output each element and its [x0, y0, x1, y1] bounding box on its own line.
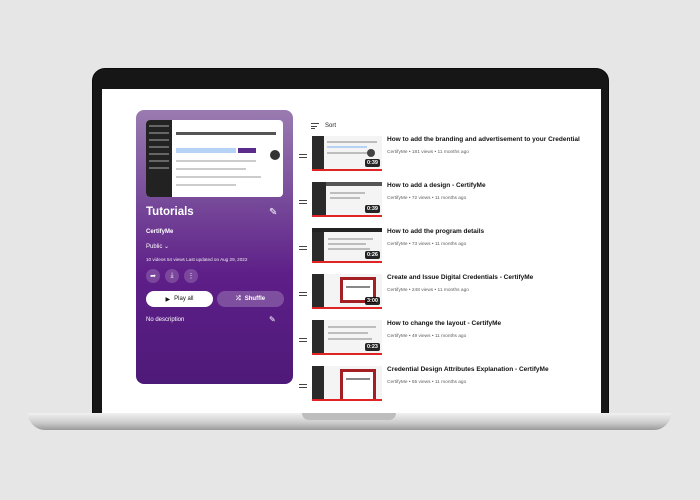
play-all-button[interactable]: ▶ Play all	[146, 291, 213, 307]
laptop-notch	[302, 413, 396, 420]
drag-handle-icon[interactable]	[299, 246, 307, 250]
duration-badge: 0:39	[364, 205, 380, 213]
duration-badge: 0:39	[364, 159, 380, 167]
video-row[interactable]: 0:26 How to add the program details Cert…	[299, 228, 599, 274]
video-title[interactable]: How to add the program details	[387, 228, 484, 235]
shuffle-label: Shuffle	[244, 296, 266, 302]
playlist-header-panel: Tutorials ✎ CertifyMe Public ⌄ 10 videos…	[136, 110, 293, 384]
privacy-label: Public	[146, 244, 163, 250]
thumbnail-line	[176, 160, 256, 162]
playlist-description: No description	[146, 317, 185, 323]
thumb-line	[346, 378, 370, 380]
thumb-header	[326, 182, 382, 186]
video-meta: CertifyMe • 73 views • 11 months ago	[387, 242, 467, 247]
duration-badge: 3:00	[364, 297, 380, 305]
video-title[interactable]: How to change the layout - CertifyMe	[387, 320, 501, 327]
video-thumbnail[interactable]: 0:39	[312, 182, 382, 217]
thumb-line	[328, 243, 366, 245]
laptop-lid: Tutorials ✎ CertifyMe Public ⌄ 10 videos…	[92, 68, 609, 415]
shuffle-button[interactable]: ⤮ Shuffle	[217, 291, 284, 307]
drag-handle-icon[interactable]	[299, 154, 307, 158]
video-thumbnail[interactable]: 3:00	[312, 274, 382, 309]
thumb-sidebar	[312, 136, 324, 169]
video-thumbnail[interactable]: 0:23	[312, 320, 382, 355]
thumb-certificate-inner	[343, 372, 373, 399]
video-row[interactable]: 0:39 How to add a design - CertifyMe Cer…	[299, 182, 599, 228]
thumb-sidebar	[312, 274, 324, 307]
thumbnail-avatar	[270, 150, 280, 160]
playlist-actions: ➦ ⤓ ⋮	[146, 269, 198, 283]
thumb-line	[327, 141, 377, 143]
video-meta: CertifyMe • 55 views • 11 months ago	[387, 380, 467, 385]
video-title[interactable]: How to add the branding and advertisemen…	[387, 136, 580, 143]
thumb-sidebar	[312, 320, 324, 353]
thumb-line	[328, 248, 370, 250]
video-row[interactable]: Credential Design Attributes Explanation…	[299, 366, 599, 412]
video-title[interactable]: Create and Issue Digital Credentials - C…	[387, 274, 533, 281]
play-all-label: Play all	[174, 296, 194, 302]
sort-button[interactable]: Sort	[311, 123, 336, 129]
shuffle-icon: ⤮	[235, 295, 241, 302]
thumb-line	[328, 326, 376, 328]
thumbnail-sidebar	[146, 120, 172, 197]
sort-icon	[311, 123, 319, 129]
download-icon[interactable]: ⤓	[165, 269, 179, 283]
thumbnail-line	[176, 184, 236, 186]
edit-title-icon[interactable]: ✎	[269, 207, 280, 218]
privacy-dropdown[interactable]: Public ⌄	[146, 243, 169, 250]
share-icon[interactable]: ➦	[146, 269, 160, 283]
playlist-title: Tutorials	[146, 206, 194, 218]
thumbnail-highlight	[176, 148, 236, 153]
play-icon: ▶	[165, 296, 171, 303]
thumb-sidebar	[312, 232, 324, 261]
thumbnail-button	[238, 148, 256, 153]
video-title[interactable]: How to add a design - CertifyMe	[387, 182, 486, 189]
thumb-line	[327, 152, 372, 154]
more-options-icon[interactable]: ⋮	[184, 269, 198, 283]
video-meta: CertifyMe • 248 views • 11 months ago	[387, 288, 469, 293]
video-row[interactable]: 0:23 How to change the layout - CertifyM…	[299, 320, 599, 366]
thumb-line	[327, 146, 367, 148]
thumb-line	[346, 286, 370, 288]
playlist-meta: 10 videos 54 views Last updated on Aug 2…	[146, 257, 248, 262]
drag-handle-icon[interactable]	[299, 200, 307, 204]
playlist-thumbnail[interactable]	[146, 120, 283, 197]
video-title[interactable]: Credential Design Attributes Explanation…	[387, 366, 549, 373]
drag-handle-icon[interactable]	[299, 292, 307, 296]
drag-handle-icon[interactable]	[299, 384, 307, 388]
thumb-sidebar	[312, 366, 324, 399]
drag-handle-icon[interactable]	[299, 338, 307, 342]
screen: Tutorials ✎ CertifyMe Public ⌄ 10 videos…	[102, 89, 601, 415]
video-meta: CertifyMe • 72 views • 11 months ago	[387, 196, 467, 201]
thumb-sidebar	[312, 182, 326, 215]
video-thumbnail[interactable]	[312, 366, 382, 401]
video-thumbnail[interactable]: 0:39	[312, 136, 382, 171]
thumb-line	[330, 192, 365, 194]
thumb-line	[328, 332, 368, 334]
thumbnail-line	[176, 168, 246, 170]
thumb-line	[328, 338, 372, 340]
chevron-down-icon: ⌄	[164, 244, 170, 250]
video-row[interactable]: 3:00 Create and Issue Digital Credential…	[299, 274, 599, 320]
video-thumbnail[interactable]: 0:26	[312, 228, 382, 263]
thumb-avatar	[367, 149, 375, 157]
duration-badge: 0:23	[364, 343, 380, 351]
video-meta: CertifyMe • 49 views • 11 months ago	[387, 334, 467, 339]
edit-description-icon[interactable]: ✎	[269, 315, 276, 324]
thumbnail-line	[176, 176, 261, 178]
playlist-owner[interactable]: CertifyMe	[146, 229, 173, 235]
thumbnail-header-bar	[176, 132, 276, 135]
video-meta: CertifyMe • 181 views • 11 months ago	[387, 150, 469, 155]
video-row[interactable]: 0:39 How to add the branding and adverti…	[299, 136, 599, 182]
thumb-line	[328, 238, 373, 240]
thumb-line	[330, 197, 360, 199]
duration-badge: 0:26	[364, 251, 380, 259]
sort-label: Sort	[325, 123, 337, 129]
